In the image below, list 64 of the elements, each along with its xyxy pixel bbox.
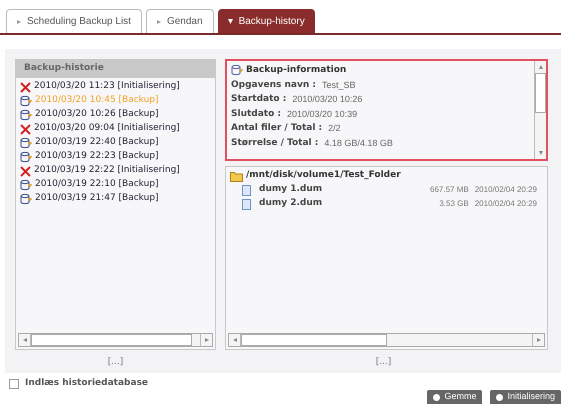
horizontal-scrollbar[interactable] [228, 333, 545, 347]
database-icon [20, 179, 32, 191]
file-icon [242, 184, 251, 196]
action-button[interactable]: Gemme [427, 390, 482, 404]
history-item[interactable]: 2010/03/20 11:23 [Initialisering] [20, 80, 215, 94]
database-icon [20, 137, 32, 149]
error-x-icon [20, 82, 31, 92]
tab[interactable]: Backup-history [218, 9, 315, 33]
checkbox-label: Indlæs historiedatabase [25, 377, 148, 390]
action-button[interactable]: Initialisering [490, 390, 561, 404]
folder-icon [230, 170, 243, 182]
left-arrow-icon [22, 338, 26, 342]
field-value: 2/2 [328, 122, 341, 135]
field-label: Størrelse / Total : [231, 136, 318, 150]
database-icon [20, 109, 32, 121]
database-icon [20, 95, 32, 107]
scrollbar-thumb[interactable] [241, 334, 386, 346]
down-arrow-icon [538, 151, 542, 155]
caret-right-icon [17, 20, 21, 24]
caret-right-icon [156, 20, 161, 24]
history-item[interactable]: 2010/03/20 09:04 [Initialisering] [20, 122, 215, 136]
more-link[interactable]: [...] [376, 356, 392, 370]
file-date: 2010/02/04 20:29 [474, 184, 537, 196]
history-item[interactable]: 2010/03/19 22:22 [Initialisering] [20, 164, 215, 178]
database-icon [20, 151, 32, 163]
scrollbar-thumb[interactable] [31, 334, 192, 346]
error-x-icon [20, 166, 31, 176]
folder-path: /mnt/disk/volume1/Test_Folder [246, 169, 401, 182]
database-icon [231, 64, 243, 76]
file-icon [242, 198, 251, 210]
error-x-icon [20, 124, 31, 134]
field-label: Antal filer / Total : [231, 122, 322, 135]
history-item[interactable]: 2010/03/19 22:23 [Backup] [20, 150, 215, 164]
up-arrow-icon [538, 65, 542, 69]
history-item[interactable]: 2010/03/20 10:26 [Backup] [20, 108, 215, 122]
right-arrow-icon [536, 338, 540, 342]
file-size: 3.53 GB [439, 198, 469, 210]
more-link[interactable]: [...] [108, 356, 124, 370]
file-date: 2010/02/04 20:29 [474, 198, 537, 210]
field-value: 4.18 GB/4.18 GB [324, 136, 393, 150]
caret-down-icon [228, 18, 233, 24]
panel-header: Backup-historie [16, 60, 215, 78]
field-value: Test_SB [322, 78, 356, 92]
checkbox[interactable] [9, 378, 19, 389]
file-name[interactable]: dumy 1.dum [259, 183, 322, 197]
field-label: Slutdato : [231, 108, 282, 120]
field-label: Opgavens navn : [231, 78, 316, 92]
left-arrow-icon [232, 338, 236, 342]
history-item[interactable]: 2010/03/19 21:47 [Backup] [20, 192, 215, 206]
field-label: Startdato : [231, 93, 286, 106]
right-arrow-icon [204, 338, 208, 342]
file-name[interactable]: dumy 2.dum [259, 197, 322, 211]
horizontal-scrollbar[interactable] [18, 333, 213, 347]
history-item[interactable]: 2010/03/19 22:10 [Backup] [20, 178, 215, 192]
vertical-scrollbar[interactable] [534, 61, 546, 159]
field-value: 2010/03/20 10:26 [292, 93, 362, 106]
database-icon [20, 193, 32, 205]
file-size: 667.57 MB [430, 184, 469, 196]
tab[interactable]: Gendan [146, 9, 214, 33]
info-title: Backup-information [246, 64, 346, 77]
tab[interactable]: Scheduling Backup List [6, 9, 142, 33]
field-value: 2010/03/20 10:39 [287, 108, 358, 120]
history-item[interactable]: 2010/03/19 22:40 [Backup] [20, 136, 215, 150]
scrollbar-thumb[interactable] [535, 73, 546, 113]
